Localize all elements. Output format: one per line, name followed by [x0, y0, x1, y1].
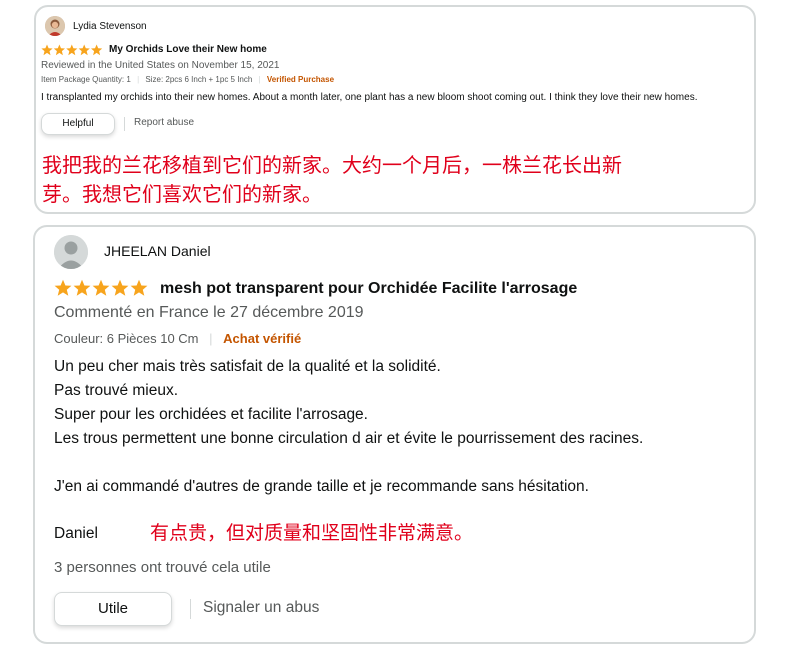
helpful-count: 3 personnes ont trouvé cela utile — [54, 559, 271, 576]
review-body: Un peu cher mais très satisfait de la qu… — [54, 355, 643, 499]
variant-info: Item Package Quantity: 1 | Size: 2pcs 6 … — [41, 75, 334, 84]
reviewer-name[interactable]: JHEELAN Daniel — [104, 243, 211, 259]
divider — [124, 117, 125, 131]
avatar[interactable] — [54, 235, 88, 269]
separator: | — [258, 75, 261, 84]
helpful-button[interactable]: Helpful — [41, 113, 115, 135]
review-title[interactable]: My Orchids Love their New home — [109, 44, 267, 55]
five-star-icon — [41, 44, 103, 56]
body-line: Super pour les orchidées et facilite l'a… — [54, 406, 368, 423]
review-title[interactable]: mesh pot transparent pour Orchidée Facil… — [160, 280, 577, 298]
report-abuse-link[interactable]: Signaler un abus — [203, 599, 319, 617]
body-line: Un peu cher mais très satisfait de la qu… — [54, 358, 441, 375]
signature: Daniel — [54, 525, 98, 542]
separator: | — [209, 331, 213, 346]
verified-badge: Verified Purchase — [266, 75, 335, 84]
user-photo-icon — [45, 16, 65, 36]
item-quantity: Item Package Quantity: 1 — [41, 75, 131, 84]
verified-badge: Achat vérifié — [223, 331, 302, 346]
review-body: I transplanted my orchids into their new… — [41, 92, 698, 103]
separator: | — [137, 75, 140, 84]
star-rating — [54, 279, 150, 302]
body-line: J'en ai commandé d'autres de grande tail… — [54, 478, 589, 495]
review-card-2: JHEELAN Daniel mesh pot transparent pour… — [33, 225, 756, 644]
default-user-icon — [54, 235, 88, 269]
variant-info: Couleur: 6 Pièces 10 Cm | Achat vérifié — [54, 331, 301, 346]
divider — [190, 599, 191, 619]
star-rating — [41, 43, 103, 61]
translation-line-1: 我把我的兰花移植到它们的新家。大约一个月后，一株兰花长出新 — [42, 153, 622, 177]
item-size: Size: 2pcs 6 Inch + 1pc 5 Inch — [145, 75, 253, 84]
review-date: Commenté en France le 27 décembre 2019 — [54, 304, 364, 321]
item-color: Couleur: 6 Pièces 10 Cm — [54, 331, 199, 346]
helpful-button[interactable]: Utile — [54, 592, 172, 626]
reviewer-name[interactable]: Lydia Stevenson — [73, 21, 147, 32]
report-abuse-link[interactable]: Report abuse — [134, 117, 194, 128]
avatar[interactable] — [45, 16, 65, 36]
five-star-icon — [54, 279, 148, 296]
translation: 有点贵，但对质量和坚固性非常满意。 — [150, 522, 474, 544]
translation-line-2: 芽。我想它们喜欢它们的新家。 — [42, 182, 322, 206]
body-line: Les trous permettent une bonne circulati… — [54, 430, 644, 447]
review-date: Reviewed in the United States on Novembe… — [41, 60, 280, 71]
body-line: Pas trouvé mieux. — [54, 382, 179, 399]
review-card-1: Lydia Stevenson My Orchids Love their Ne… — [34, 5, 756, 214]
